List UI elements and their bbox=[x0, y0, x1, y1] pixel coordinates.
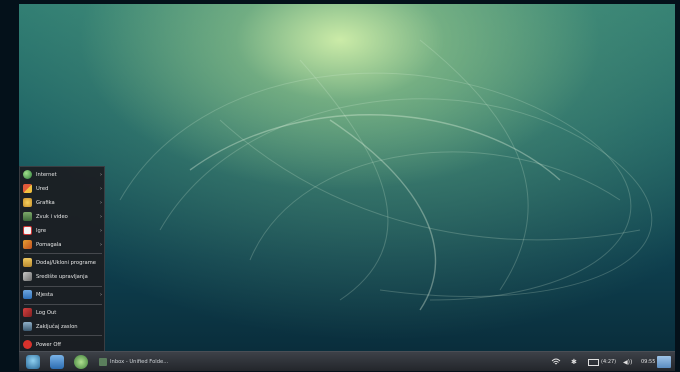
submenu-arrow-icon: › bbox=[100, 291, 102, 298]
show-desktop-icon[interactable] bbox=[657, 356, 671, 368]
menu-separator bbox=[24, 253, 102, 254]
package-icon bbox=[23, 258, 32, 267]
menu-item-internet[interactable]: Internet › bbox=[20, 168, 106, 181]
start-menu: Internet › Ured › Grafika › Zvuk i video… bbox=[19, 166, 105, 352]
submenu-arrow-icon: › bbox=[100, 213, 102, 220]
globe-icon bbox=[23, 170, 32, 179]
tools-icon bbox=[23, 272, 32, 281]
accessories-icon bbox=[23, 240, 32, 249]
wifi-icon[interactable] bbox=[551, 352, 561, 372]
menu-item-grafika[interactable]: Grafika › bbox=[20, 196, 106, 209]
menu-item-label: Grafika bbox=[36, 199, 55, 206]
menu-item-mjesta[interactable]: Mjesta › bbox=[20, 288, 106, 301]
menu-item-power-off[interactable]: Power Off bbox=[20, 338, 106, 351]
battery-indicator[interactable]: (4:27) bbox=[588, 352, 616, 372]
task-label: Inbox - Unified Folde... bbox=[110, 359, 169, 365]
menu-item-lock-screen[interactable]: Zaključaj zaslon bbox=[20, 320, 106, 333]
menu-item-igre[interactable]: Igre › bbox=[20, 224, 106, 237]
menu-item-label: Internet bbox=[36, 171, 57, 178]
menu-item-label: Zvuk i video bbox=[36, 213, 68, 220]
file-manager-launcher-icon[interactable] bbox=[50, 355, 64, 369]
mail-icon bbox=[99, 358, 107, 366]
folder-icon bbox=[23, 290, 32, 299]
menu-item-label: Pomagala bbox=[36, 241, 62, 248]
bluetooth-icon[interactable]: ✱ bbox=[571, 352, 577, 372]
submenu-arrow-icon: › bbox=[100, 241, 102, 248]
menu-item-add-remove-programs[interactable]: Dodaj/Ukloni programe bbox=[20, 256, 106, 269]
media-icon bbox=[23, 212, 32, 221]
menu-item-label: Mjesta bbox=[36, 291, 54, 298]
menu-item-pomagala[interactable]: Pomagala › bbox=[20, 238, 106, 251]
menu-separator bbox=[24, 335, 102, 336]
browser-launcher-icon[interactable] bbox=[74, 355, 88, 369]
submenu-arrow-icon: › bbox=[100, 185, 102, 192]
submenu-arrow-icon: › bbox=[100, 199, 102, 206]
menu-item-zvuk-i-video[interactable]: Zvuk i video › bbox=[20, 210, 106, 223]
submenu-arrow-icon: › bbox=[100, 227, 102, 234]
screen-bezel-right bbox=[675, 0, 680, 371]
screen-bezel-top bbox=[0, 0, 680, 4]
office-icon bbox=[23, 184, 32, 193]
menu-item-label: Središte upravljanja bbox=[36, 273, 88, 280]
menu-item-label: Zaključaj zaslon bbox=[36, 323, 78, 330]
logout-icon bbox=[23, 308, 32, 317]
menu-item-label: Log Out bbox=[36, 309, 57, 316]
start-menu-button[interactable] bbox=[26, 355, 40, 369]
menu-separator bbox=[24, 286, 102, 287]
menu-item-ured[interactable]: Ured › bbox=[20, 182, 106, 195]
clock[interactable]: 09:55 bbox=[641, 352, 655, 372]
menu-separator bbox=[24, 304, 102, 305]
menu-item-label: Ured bbox=[36, 185, 49, 192]
lock-screen-icon bbox=[23, 322, 32, 331]
menu-item-label: Power Off bbox=[36, 341, 61, 348]
taskbar: Inbox - Unified Folde... ✱ (4:27) ◀)) 09… bbox=[19, 351, 675, 371]
submenu-arrow-icon: › bbox=[100, 171, 102, 178]
games-icon bbox=[23, 226, 32, 235]
power-icon bbox=[23, 340, 32, 349]
volume-icon[interactable]: ◀)) bbox=[623, 352, 632, 372]
graphics-icon bbox=[23, 198, 32, 207]
battery-icon bbox=[588, 358, 599, 366]
menu-item-log-out[interactable]: Log Out bbox=[20, 306, 106, 319]
menu-item-label: Dodaj/Ukloni programe bbox=[36, 259, 96, 266]
menu-item-control-center[interactable]: Središte upravljanja bbox=[20, 270, 106, 283]
taskbar-task-inbox[interactable]: Inbox - Unified Folde... bbox=[99, 355, 289, 369]
battery-time: (4:27) bbox=[601, 359, 617, 365]
screen-bezel-left bbox=[0, 0, 19, 371]
menu-item-label: Igre bbox=[36, 227, 47, 234]
